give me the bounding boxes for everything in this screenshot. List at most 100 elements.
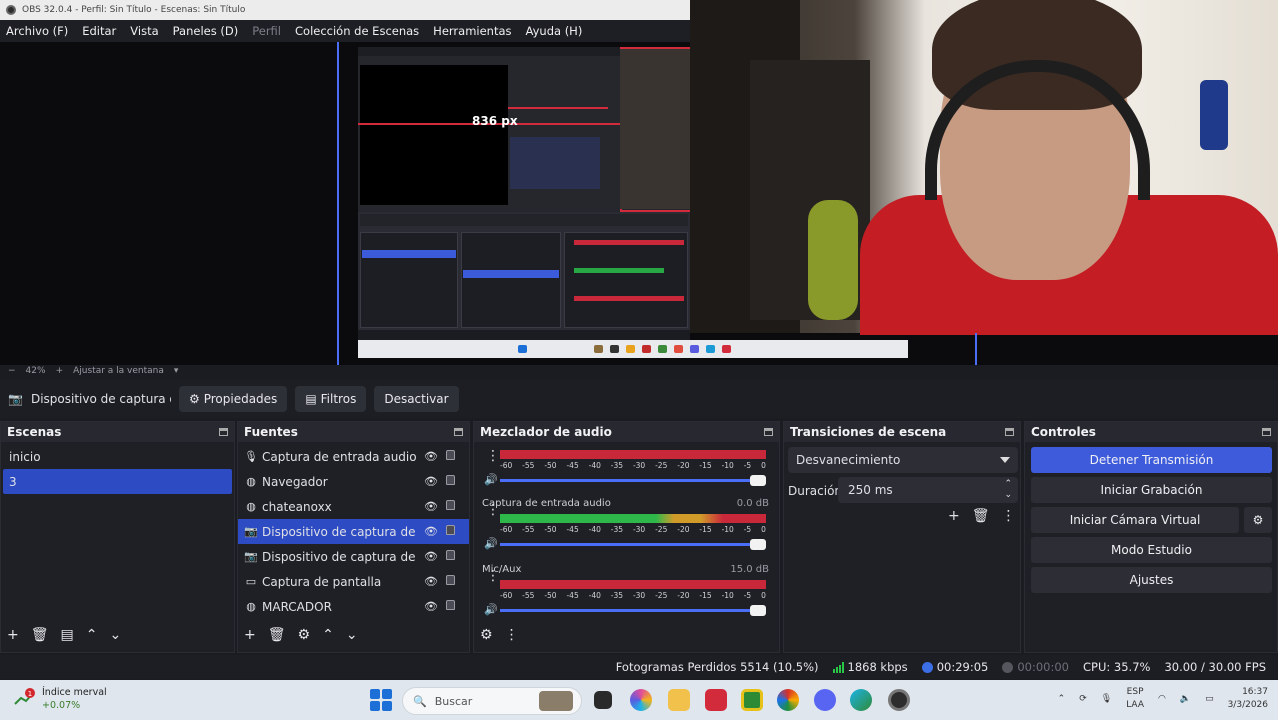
office-icon[interactable] bbox=[705, 689, 727, 711]
stop-stream-button[interactable]: Detener Transmisión bbox=[1031, 447, 1272, 473]
move-up-icon[interactable]: ⌃ bbox=[322, 627, 334, 643]
start-recording-button[interactable]: Iniciar Grabación bbox=[1031, 477, 1272, 503]
lock-icon[interactable] bbox=[446, 575, 455, 585]
eye-icon[interactable]: 👁 bbox=[424, 500, 438, 513]
volume-slider[interactable] bbox=[500, 605, 766, 616]
channel-menu-icon[interactable]: ⋮ bbox=[486, 503, 500, 517]
source-item[interactable]: ◍ chateanoxx 👁 bbox=[238, 494, 469, 519]
menu-paneles[interactable]: Paneles (D) bbox=[173, 24, 239, 38]
microphone-icon[interactable]: 🎙 bbox=[1101, 694, 1112, 704]
chevron-down-icon[interactable]: ▾ bbox=[174, 366, 179, 376]
task-view-icon[interactable] bbox=[594, 691, 612, 709]
lock-icon[interactable] bbox=[446, 600, 455, 610]
add-source-button[interactable]: + bbox=[244, 627, 256, 643]
undock-icon[interactable] bbox=[1005, 428, 1014, 436]
spinner-icon[interactable]: ⌃ ⌄ bbox=[1004, 479, 1012, 501]
trash-icon[interactable]: 🗑 bbox=[268, 627, 286, 643]
source-item[interactable]: ◍ MARCADOR 👁 bbox=[238, 594, 469, 619]
eye-icon[interactable]: 👁 bbox=[424, 450, 438, 463]
eye-icon[interactable]: 👁 bbox=[424, 475, 438, 488]
menu-archivo[interactable]: Archivo (F) bbox=[6, 24, 68, 38]
properties-button[interactable]: ⚙ Propiedades bbox=[178, 386, 288, 412]
eye-icon[interactable]: 👁 bbox=[424, 600, 438, 613]
deactivate-button[interactable]: Desactivar bbox=[374, 386, 459, 412]
battery-icon[interactable]: ▭ bbox=[1205, 694, 1214, 704]
zoom-out-button[interactable]: − bbox=[8, 366, 16, 376]
lock-icon[interactable] bbox=[446, 475, 455, 485]
volume-knob[interactable] bbox=[750, 605, 766, 616]
volume-knob[interactable] bbox=[750, 539, 766, 550]
speaker-icon[interactable]: 🔊 bbox=[484, 473, 498, 486]
game-icon[interactable] bbox=[741, 689, 763, 711]
volume-icon[interactable]: 🔈 bbox=[1180, 694, 1191, 704]
move-down-icon[interactable]: ⌄ bbox=[109, 627, 121, 643]
mixer-channels: ⋮ -60 -55 -50 -45 -40 -35 -30 -25 -20 -15 -10 -5 0 🔊 Ca… bbox=[474, 442, 779, 628]
source-item[interactable]: ▭ Captura de pantalla 👁 bbox=[238, 569, 469, 594]
refresh-icon[interactable]: ⟳ bbox=[1079, 694, 1087, 704]
menu-perfil[interactable]: Perfil bbox=[252, 24, 281, 38]
chrome-icon[interactable] bbox=[777, 689, 799, 711]
menu-coleccion-escenas[interactable]: Colección de Escenas bbox=[295, 24, 419, 38]
duration-input[interactable]: 250 ms ⌃ ⌄ bbox=[838, 477, 1018, 503]
chevron-up-icon[interactable]: ⌃ bbox=[1058, 694, 1066, 704]
zoom-mode[interactable]: Ajustar a la ventana bbox=[73, 366, 164, 376]
lock-icon[interactable] bbox=[446, 500, 455, 510]
undock-icon[interactable] bbox=[1262, 428, 1271, 436]
scene-item-selected[interactable]: 3 bbox=[3, 469, 232, 494]
transition-select[interactable]: Desvanecimiento bbox=[788, 447, 1018, 473]
language-indicator[interactable]: ESP LAA bbox=[1126, 686, 1144, 712]
menu-ayuda[interactable]: Ayuda (H) bbox=[526, 24, 583, 38]
move-up-icon[interactable]: ⌃ bbox=[86, 627, 98, 643]
undock-icon[interactable] bbox=[764, 428, 773, 436]
source-item[interactable]: 🎙 Captura de entrada audio 👁 bbox=[238, 444, 469, 469]
windows-start-icon[interactable] bbox=[370, 689, 392, 711]
undock-icon[interactable] bbox=[454, 428, 463, 436]
clock[interactable]: 16:37 3/3/2026 bbox=[1228, 686, 1268, 712]
copilot-icon[interactable] bbox=[630, 689, 652, 711]
lock-icon[interactable] bbox=[446, 450, 455, 460]
speaker-icon[interactable]: 🔊 bbox=[484, 603, 498, 616]
wifi-icon[interactable]: ◠ bbox=[1158, 694, 1166, 704]
file-explorer-icon[interactable] bbox=[668, 689, 690, 711]
discord-icon[interactable] bbox=[814, 689, 836, 711]
add-scene-button[interactable]: + bbox=[7, 627, 19, 643]
menu-dots-icon[interactable]: ⋮ bbox=[1002, 508, 1016, 524]
undock-icon[interactable] bbox=[219, 428, 228, 436]
eye-icon[interactable]: 👁 bbox=[424, 575, 438, 588]
eye-icon[interactable]: 👁 bbox=[424, 525, 438, 538]
virtual-camera-settings-button[interactable]: ⚙ bbox=[1244, 507, 1272, 533]
advanced-audio-icon[interactable]: ⚙ bbox=[480, 627, 493, 643]
volume-slider[interactable] bbox=[500, 475, 766, 486]
lock-icon[interactable] bbox=[446, 550, 455, 560]
channel-menu-icon[interactable]: ⋮ bbox=[486, 449, 500, 463]
move-down-icon[interactable]: ⌄ bbox=[346, 627, 358, 643]
menu-herramientas[interactable]: Herramientas bbox=[433, 24, 511, 38]
obs-taskbar-icon[interactable] bbox=[888, 689, 910, 711]
volume-slider[interactable] bbox=[500, 539, 766, 550]
filter-icon[interactable]: ▤ bbox=[61, 627, 74, 643]
studio-mode-button[interactable]: Modo Estudio bbox=[1031, 537, 1272, 563]
scene-item[interactable]: inicio bbox=[3, 444, 232, 469]
source-item[interactable]: ◍ Navegador 👁 bbox=[238, 469, 469, 494]
menu-dots-icon[interactable]: ⋮ bbox=[505, 627, 519, 643]
start-virtual-camera-button[interactable]: Iniciar Cámara Virtual bbox=[1031, 507, 1239, 533]
edge-icon[interactable] bbox=[850, 689, 872, 711]
trash-icon[interactable]: 🗑 bbox=[972, 508, 990, 524]
lock-icon[interactable] bbox=[446, 525, 455, 535]
menu-vista[interactable]: Vista bbox=[130, 24, 158, 38]
settings-button[interactable]: Ajustes bbox=[1031, 567, 1272, 593]
gear-icon[interactable]: ⚙ bbox=[298, 627, 311, 643]
filters-button[interactable]: ▤ Filtros bbox=[295, 386, 367, 412]
eye-icon[interactable]: 👁 bbox=[424, 550, 438, 563]
trash-icon[interactable]: 🗑 bbox=[31, 627, 49, 643]
menu-editar[interactable]: Editar bbox=[82, 24, 116, 38]
channel-menu-icon[interactable]: ⋮ bbox=[486, 569, 500, 583]
source-item[interactable]: 📷 Dispositivo de captura de video 👁 bbox=[238, 544, 469, 569]
taskbar-search[interactable]: 🔍 Buscar bbox=[402, 687, 582, 715]
news-widget[interactable]: 1 Índice merval +0.07% bbox=[14, 686, 107, 712]
source-item-selected[interactable]: 📷 Dispositivo de captura de video 👁 bbox=[238, 519, 469, 544]
speaker-icon[interactable]: 🔊 bbox=[484, 537, 498, 550]
volume-knob[interactable] bbox=[750, 475, 766, 486]
add-transition-button[interactable]: + bbox=[948, 508, 960, 524]
zoom-in-button[interactable]: + bbox=[56, 366, 64, 376]
